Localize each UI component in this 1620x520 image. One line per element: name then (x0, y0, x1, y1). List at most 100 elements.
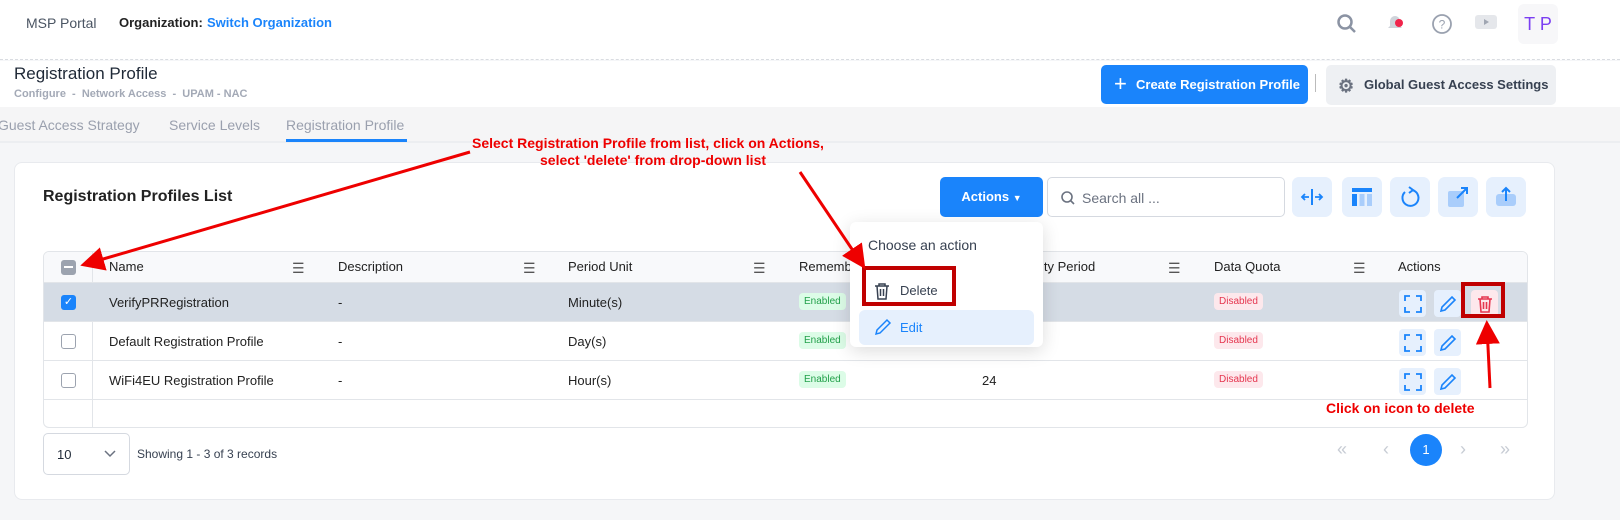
org-label: Organization: (119, 15, 203, 30)
expand-icon (1403, 294, 1422, 313)
edit-button[interactable] (1434, 290, 1461, 317)
caret-down-icon: ▼ (1012, 193, 1022, 203)
upload-button[interactable] (1486, 177, 1526, 217)
edit-button[interactable] (1434, 329, 1461, 356)
table-columns-icon (1352, 188, 1372, 206)
annotation-text: Select Registration Profile from list, c… (472, 135, 824, 151)
edit-label: Edit (900, 320, 923, 335)
column-header-data-quota[interactable]: Data Quota (1214, 252, 1281, 282)
pencil-icon (1439, 295, 1456, 312)
menu-item-edit[interactable]: Edit (859, 310, 1034, 345)
table-empty-space (44, 399, 1527, 427)
plus-icon: + (1114, 71, 1127, 96)
next-page-icon[interactable]: › (1460, 439, 1466, 460)
tab-registration-profile[interactable]: Registration Profile (286, 117, 404, 133)
view-button[interactable] (1399, 290, 1426, 317)
search-icon (1061, 191, 1075, 205)
chevron-down-icon (104, 450, 116, 458)
column-menu-icon[interactable]: ☰ (523, 260, 536, 277)
prev-page-icon[interactable]: ‹ (1383, 439, 1389, 460)
search-input[interactable]: Search all ... (1047, 177, 1285, 217)
avatar[interactable]: T P (1518, 4, 1558, 44)
external-link-icon (1448, 187, 1468, 207)
column-menu-icon[interactable]: ☰ (292, 260, 305, 277)
row-checkbox[interactable] (61, 373, 76, 388)
divider (1315, 74, 1316, 92)
status-badge: Disabled (1214, 293, 1263, 310)
refresh-button[interactable] (1390, 177, 1430, 217)
create-registration-profile-button[interactable]: + Create Registration Profile (1101, 65, 1308, 104)
first-page-icon[interactable]: « (1337, 439, 1347, 460)
status-badge: Disabled (1214, 371, 1263, 388)
view-button[interactable] (1399, 368, 1426, 395)
cell-name: WiFi4EU Registration Profile (109, 373, 274, 388)
tab-guest-access-strategy[interactable]: Guest Access Strategy (0, 117, 140, 133)
actions-label: Actions (961, 189, 1010, 204)
card-title: Registration Profiles List (43, 188, 233, 205)
pencil-icon (1439, 334, 1456, 351)
annotation-highlight-box (1461, 282, 1505, 318)
pencil-icon (874, 318, 892, 336)
column-menu-icon[interactable]: ☰ (753, 260, 766, 277)
table-row[interactable]: Default Registration Profile - Day(s) En… (44, 321, 1527, 360)
refresh-icon (1401, 186, 1420, 207)
annotation-text: select 'delete' from drop-down list (540, 152, 767, 168)
cell-description: - (338, 334, 343, 349)
cell-description: - (338, 295, 343, 310)
tab-service-levels[interactable]: Service Levels (169, 117, 260, 133)
expand-icon (1403, 333, 1422, 352)
active-tab-indicator (286, 139, 407, 142)
page-1-button[interactable]: 1 (1410, 434, 1442, 466)
help-icon[interactable]: ? (1430, 12, 1454, 36)
notification-bell-icon[interactable] (1384, 13, 1406, 35)
cell-period-unit: Day(s) (568, 334, 607, 349)
column-header-remember[interactable]: Rememb (799, 252, 852, 282)
page-size-select[interactable]: 10 (43, 433, 130, 475)
upload-icon (1496, 186, 1516, 206)
select-all-checkbox[interactable] (61, 260, 76, 275)
records-info: Showing 1 - 3 of 3 records (137, 447, 278, 461)
dropdown-title: Choose an action (868, 237, 977, 253)
annotation-text: Click on icon to delete (1326, 400, 1475, 416)
status-badge: Enabled (799, 293, 846, 310)
pencil-icon (1439, 373, 1456, 390)
status-badge: Enabled (799, 371, 846, 388)
gear-icon: ⚙ (1338, 76, 1355, 96)
status-badge: Disabled (1214, 332, 1263, 349)
columns-button[interactable] (1342, 177, 1382, 217)
status-badge: Enabled (799, 332, 846, 349)
table-row[interactable]: ✓ VerifyPRRegistration - Minute(s) Enabl… (44, 282, 1527, 321)
search-icon[interactable] (1336, 13, 1358, 35)
cell-description: - (338, 373, 343, 388)
table-row[interactable]: WiFi4EU Registration Profile - Hour(s) E… (44, 360, 1527, 399)
annotation-highlight-box (862, 266, 956, 306)
cell-name: VerifyPRRegistration (109, 295, 229, 310)
column-menu-icon[interactable]: ☰ (1168, 260, 1181, 277)
column-header-description[interactable]: Description (338, 252, 403, 282)
last-page-icon[interactable]: » (1500, 439, 1510, 460)
svg-text:?: ? (1439, 18, 1446, 32)
video-icon[interactable] (1475, 15, 1499, 31)
expand-icon (1403, 372, 1422, 391)
view-button[interactable] (1399, 329, 1426, 356)
create-button-label: Create Registration Profile (1136, 77, 1300, 92)
page-size-value: 10 (57, 447, 72, 462)
cell-period-unit: Hour(s) (568, 373, 612, 388)
resize-horizontal-icon (1300, 189, 1324, 205)
settings-button-label: Global Guest Access Settings (1364, 77, 1549, 92)
edit-button[interactable] (1434, 368, 1461, 395)
column-menu-icon[interactable]: ☰ (1353, 260, 1366, 277)
row-checkbox[interactable] (61, 334, 76, 349)
actions-button[interactable]: Actions ▼ (940, 177, 1043, 217)
export-button[interactable] (1438, 177, 1478, 217)
page-title: Registration Profile (14, 64, 158, 83)
global-guest-access-settings-button[interactable]: ⚙ Global Guest Access Settings (1326, 65, 1556, 105)
cell-period-unit: Minute(s) (568, 295, 623, 310)
table-header: Name ☰ Description ☰ Period Unit ☰ Rememb l… (44, 252, 1527, 427)
row-checkbox[interactable]: ✓ (61, 295, 76, 310)
column-header-name[interactable]: Name (109, 252, 144, 282)
switch-organization-link[interactable]: Switch Organization (207, 15, 332, 30)
breadcrumb: Configure - Network Access - UPAM - NAC (14, 88, 248, 100)
column-resize-button[interactable] (1292, 177, 1332, 217)
column-header-period-unit[interactable]: Period Unit (568, 252, 632, 282)
